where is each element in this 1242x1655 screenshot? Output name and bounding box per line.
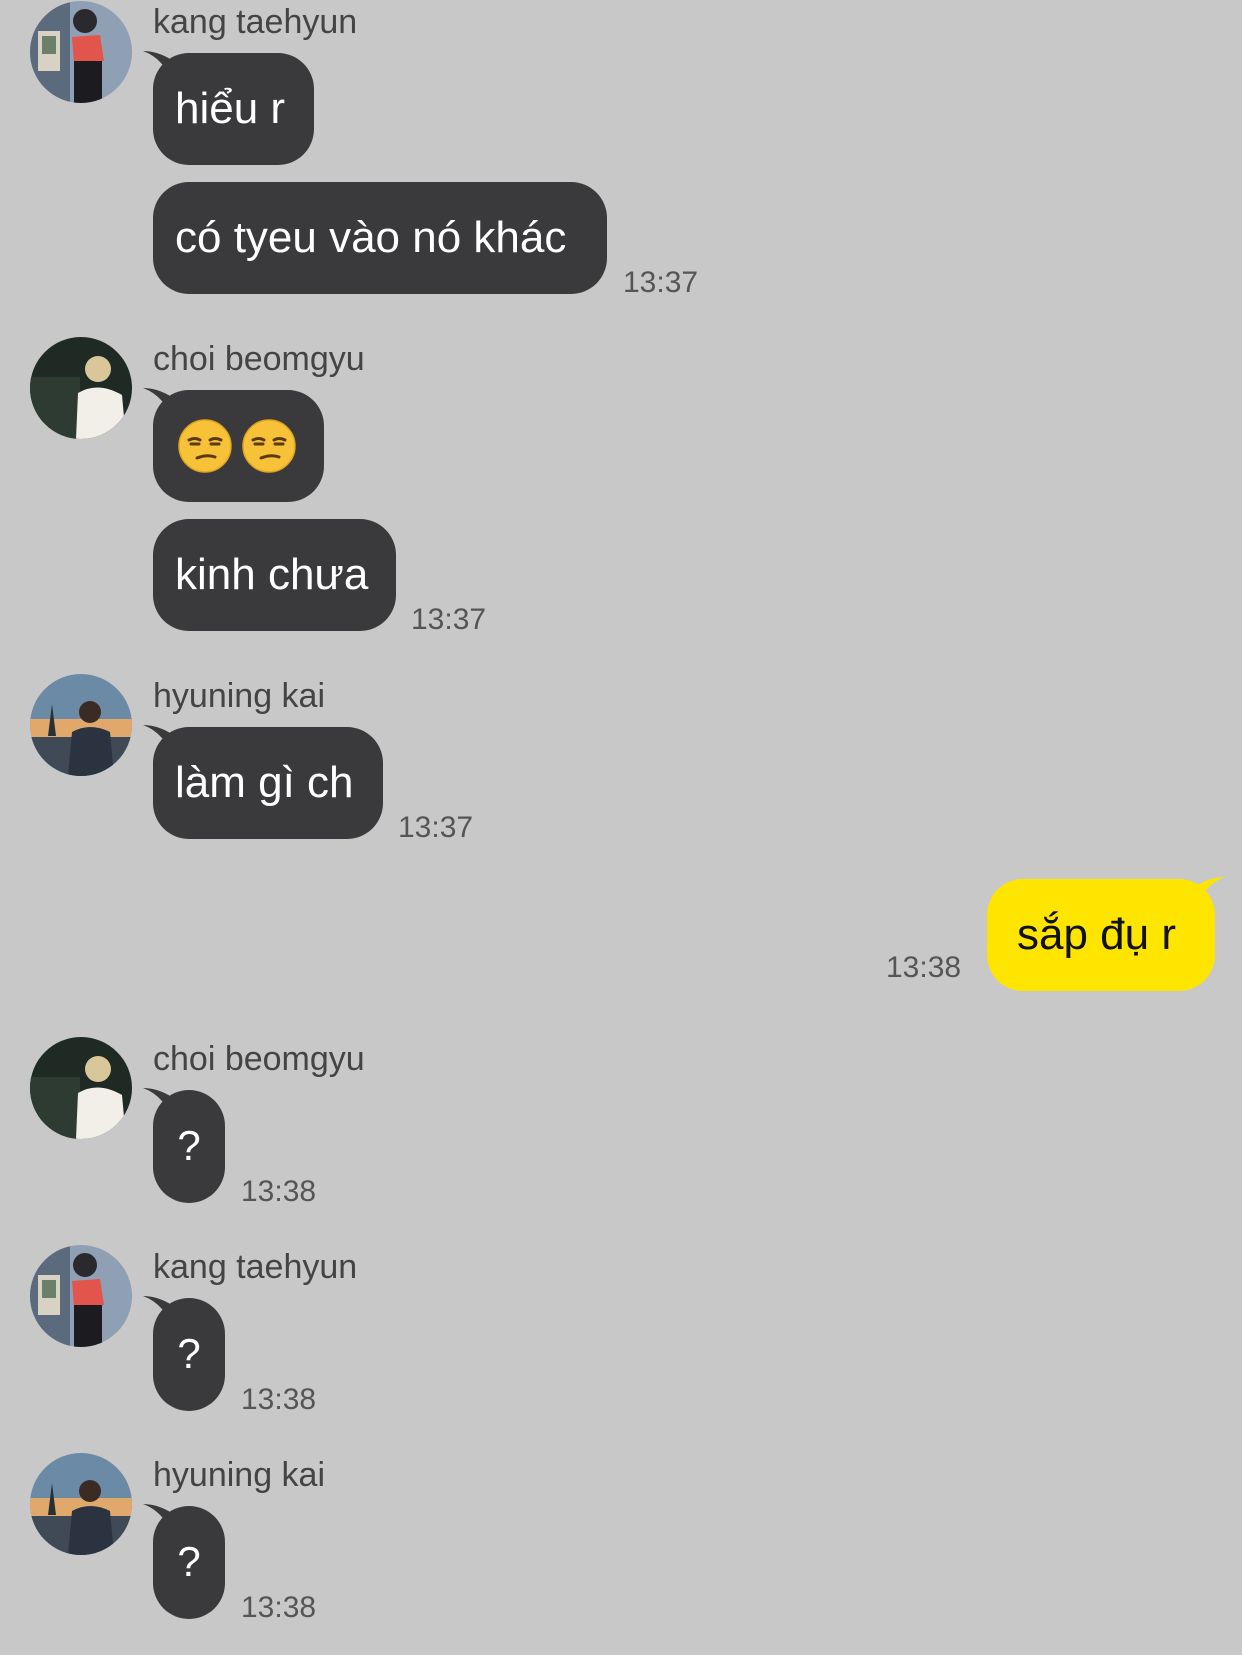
message-text: kinh chưa — [175, 550, 369, 599]
message-timestamp: 13:37 — [411, 603, 487, 636]
sender-name: hyuning kai — [153, 1456, 326, 1494]
sender-name: kang taehyun — [153, 3, 358, 41]
kang-taehyun-avatar[interactable] — [30, 1245, 132, 1347]
message-bubble[interactable]: ? — [143, 1088, 225, 1203]
sender-name: kang taehyun — [153, 1248, 358, 1286]
unamused-face-icon — [241, 418, 297, 474]
choi-beomgyu-avatar[interactable] — [30, 337, 132, 439]
sender-name: choi beomgyu — [153, 340, 365, 378]
message-text: có tyeu vào nó khác — [175, 213, 567, 262]
message-bubble[interactable]: làm gì ch — [143, 725, 383, 839]
message-text: ? — [177, 1538, 201, 1585]
hyuning-kai-avatar[interactable] — [30, 1453, 132, 1555]
message-timestamp: 13:38 — [241, 1383, 317, 1416]
kang-taehyun-avatar[interactable] — [30, 1, 132, 103]
message-timestamp: 13:37 — [398, 811, 474, 844]
message-text: hiểu r — [175, 84, 286, 133]
message-bubble[interactable] — [143, 388, 324, 502]
message-bubble[interactable]: hiểu r — [143, 51, 314, 165]
message-bubble[interactable]: ? — [143, 1296, 225, 1411]
message-text: sắp đụ r — [1017, 910, 1176, 959]
message-bubble[interactable]: kinh chưa — [153, 519, 396, 631]
message-bubble[interactable]: ? — [143, 1504, 225, 1619]
message-text: ? — [177, 1122, 201, 1169]
message-timestamp: 13:38 — [241, 1175, 317, 1208]
message-timestamp: 13:38 — [241, 1591, 317, 1624]
message-timestamp: 13:38 — [886, 951, 962, 984]
message-text: ? — [177, 1330, 201, 1377]
sender-name: choi beomgyu — [153, 1040, 365, 1078]
my-message-bubble[interactable]: sắp đụ r — [987, 877, 1225, 991]
choi-beomgyu-avatar[interactable] — [30, 1037, 132, 1139]
message-bubble[interactable]: có tyeu vào nó khác — [153, 182, 607, 294]
unamused-face-icon — [177, 418, 233, 474]
message-timestamp: 13:37 — [623, 266, 699, 299]
sender-name: hyuning kai — [153, 677, 326, 715]
hyuning-kai-avatar[interactable] — [30, 674, 132, 776]
message-text: làm gì ch — [175, 758, 354, 807]
